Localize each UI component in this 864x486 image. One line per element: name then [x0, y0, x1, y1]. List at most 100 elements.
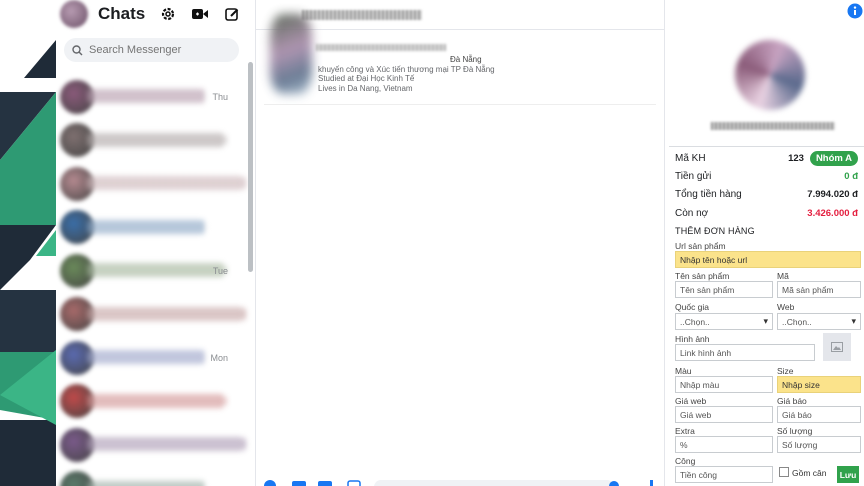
conversation-item[interactable]: [56, 467, 246, 486]
video-call-icon[interactable]: [189, 3, 211, 25]
web-price-input[interactable]: Giá web: [675, 406, 773, 423]
search-icon: [72, 44, 83, 55]
url-input[interactable]: Nhập tên hoặc url: [675, 251, 861, 268]
chat-list-scrollbar[interactable]: [248, 62, 253, 272]
debt-row: Còn nợ 3.426.000 đ: [675, 204, 858, 222]
labor-label: Công: [675, 456, 696, 466]
total-label: Tổng tiền hàng: [675, 188, 742, 200]
product-name-label: Tên sản phẩm: [675, 271, 730, 281]
info-icon[interactable]: [847, 3, 863, 19]
image-upload-button[interactable]: [823, 333, 851, 361]
decorative-strip: [0, 0, 56, 486]
contact-intro: Đà Nẵng khuyến công và Xúc tiến thương m…: [318, 55, 495, 93]
geometric-pattern: [0, 40, 56, 486]
web-select[interactable]: ..Chọn..: [777, 313, 861, 330]
intro-divider: [264, 104, 656, 105]
image-icon: [831, 342, 843, 352]
conversation-time: Mon: [210, 352, 228, 363]
image-label: Hình ảnh: [675, 334, 710, 344]
customer-avatar: [735, 40, 805, 110]
contact-name-blurred: [302, 9, 422, 20]
deposit-value: 0 đ: [844, 170, 858, 182]
web-price-label: Giá web: [675, 396, 707, 406]
conversation-item[interactable]: [56, 423, 246, 467]
include-weight-label: Gồm cân: [792, 468, 827, 478]
country-select[interactable]: ..Chọn..: [675, 313, 773, 330]
web-label: Web: [777, 302, 795, 312]
quantity-label: Số lượng: [777, 426, 813, 436]
size-label: Size: [777, 366, 794, 376]
conversation-item[interactable]: Thu: [56, 75, 246, 119]
deposit-label: Tiền gửi: [675, 170, 712, 182]
customer-id-value: 123: [788, 152, 804, 164]
conversation-item[interactable]: [56, 380, 246, 424]
conversation-item[interactable]: [56, 293, 246, 337]
compose-icon[interactable]: [221, 3, 243, 25]
intro-work: khuyến công và Xúc tiến thương mại TP Đà…: [318, 64, 495, 74]
product-name-input[interactable]: Tên sản phẩm: [675, 281, 773, 298]
app-root: Chats Thu Tue Mon: [0, 0, 864, 486]
conversation-item[interactable]: [56, 119, 246, 163]
total-value: 7.994.020 đ: [807, 188, 858, 200]
like-icon[interactable]: [650, 480, 653, 486]
customer-id-row: Mã KH 123 Nhóm A: [675, 149, 858, 167]
product-code-label: Mã: [777, 271, 789, 281]
deposit-row: Tiền gửi 0 đ: [675, 167, 858, 185]
conversation-time: Thu: [212, 91, 228, 102]
chat-list-header: Chats: [56, 0, 255, 28]
group-badge: Nhóm A: [809, 150, 858, 166]
gif-icon[interactable]: [347, 480, 361, 486]
customer-name-blurred: [711, 122, 835, 130]
conversation-preview-blurred: [86, 306, 246, 321]
panel-divider: [669, 146, 864, 147]
conversation-preview-blurred: [86, 89, 206, 103]
debt-value: 3.426.000 đ: [807, 207, 858, 219]
conversation-header: [256, 0, 664, 30]
conversation-preview-blurred: [86, 132, 226, 147]
country-label: Quốc gia: [675, 302, 710, 312]
quote-price-input[interactable]: Giá báo: [777, 406, 861, 423]
message-input[interactable]: [374, 480, 614, 486]
quote-price-label: Giá báo: [777, 396, 807, 406]
search-bar[interactable]: [64, 38, 239, 62]
save-button[interactable]: Lưu: [837, 466, 859, 483]
extra-label: Extra: [675, 426, 695, 436]
include-weight-checkbox[interactable]: [779, 467, 789, 477]
add-order-title: THÊM ĐƠN HÀNG: [675, 226, 755, 236]
size-input[interactable]: Nhập size: [777, 376, 861, 393]
color-input[interactable]: Nhập màu: [675, 376, 773, 393]
conversation-time: Tue: [212, 265, 228, 276]
product-code-input[interactable]: Mã sản phẩm: [777, 281, 861, 298]
chat-list-panel: Chats Thu Tue Mon: [56, 0, 256, 486]
intro-education: Studied at Đại Học Kinh Tế: [318, 74, 415, 83]
conversation-list: Thu Tue Mon: [56, 75, 246, 486]
conversation-preview-blurred: [86, 350, 206, 364]
extra-input[interactable]: %: [675, 436, 773, 453]
sticker-icon[interactable]: [318, 481, 332, 486]
customer-id-label: Mã KH: [675, 152, 706, 164]
url-label: Url sản phẩm: [675, 241, 726, 251]
debt-label: Còn nợ: [675, 207, 709, 219]
quantity-input[interactable]: Số lượng: [777, 436, 861, 453]
conversation-preview-blurred: [86, 263, 226, 277]
labor-input[interactable]: Tiền công: [675, 466, 773, 483]
more-actions-icon[interactable]: [264, 480, 276, 486]
settings-gear-icon[interactable]: [157, 3, 179, 25]
contact-work-blurred: [316, 44, 446, 51]
conversation-preview-blurred: [86, 219, 206, 234]
conversation-preview-blurred: [86, 393, 226, 408]
conversation-item[interactable]: [56, 206, 246, 250]
conversation-preview-blurred: [86, 176, 246, 190]
intro-lives: Lives in Da Nang, Vietnam: [318, 83, 413, 93]
user-avatar[interactable]: [60, 0, 88, 28]
conversation-item[interactable]: Tue: [56, 249, 246, 293]
conversation-area: Đà Nẵng khuyến công và Xúc tiến thương m…: [256, 0, 664, 486]
conversation-item[interactable]: [56, 162, 246, 206]
conversation-preview-blurred: [86, 437, 246, 451]
composer-toolbar: [264, 480, 653, 486]
search-input[interactable]: [89, 44, 229, 56]
conversation-item[interactable]: Mon: [56, 336, 246, 380]
photo-icon[interactable]: [292, 481, 306, 486]
image-link-input[interactable]: Link hình ảnh: [675, 344, 815, 361]
contact-avatar-large: [270, 14, 312, 94]
